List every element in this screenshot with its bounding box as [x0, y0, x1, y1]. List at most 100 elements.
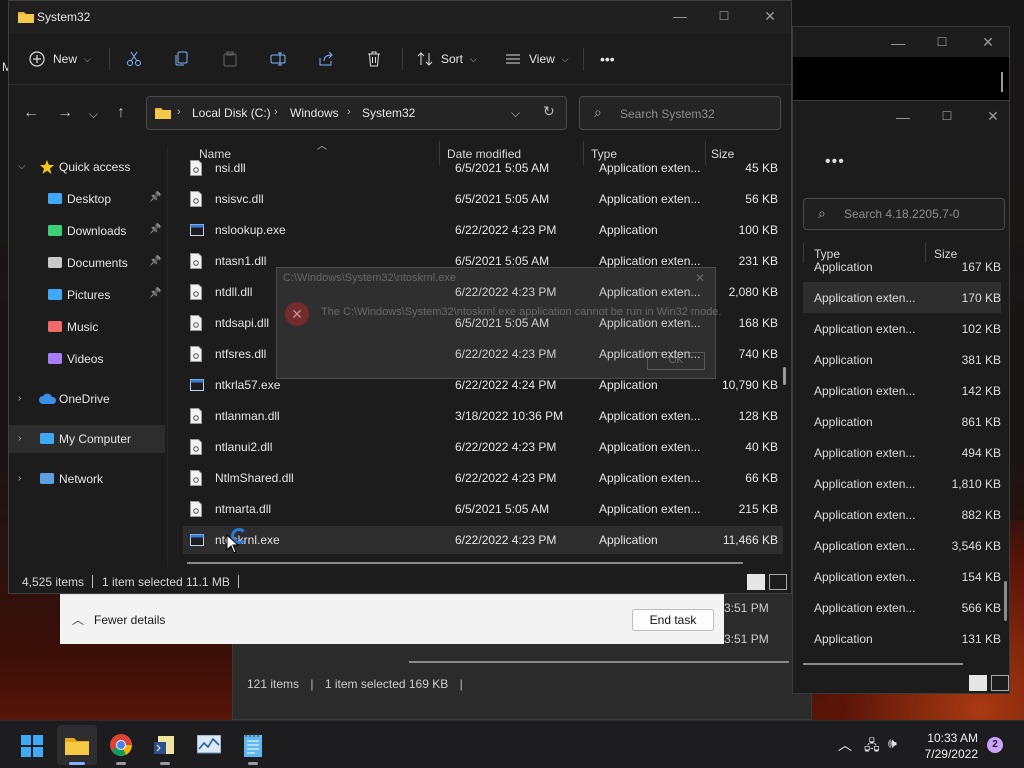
file-row[interactable]: Application 861 KB	[793, 406, 1009, 437]
tiles-view-button[interactable]	[991, 675, 1009, 691]
nav-item[interactable]: Desktop 📌	[9, 185, 165, 213]
recent-locations-icon[interactable]: ⌵	[89, 107, 98, 122]
chevron-down-icon[interactable]: ⌵	[18, 161, 26, 172]
sort-button[interactable]: Sort ⌵	[417, 48, 477, 70]
horizontal-scrollbar[interactable]	[409, 661, 789, 663]
nav-item[interactable]: › Network	[9, 465, 165, 493]
pin-icon[interactable]: 📌	[149, 224, 161, 235]
chevron-right-icon[interactable]: ›	[18, 393, 21, 404]
volume-icon[interactable]: 🕪	[888, 735, 897, 752]
maximize-icon[interactable]: ☐	[717, 9, 731, 23]
nav-item[interactable]: ⌵ Quick access	[9, 153, 165, 181]
forward-arrow-icon[interactable]: →	[57, 104, 73, 122]
refresh-icon[interactable]: ↻	[543, 103, 555, 120]
more-options-button[interactable]: •••	[600, 48, 615, 70]
breadcrumb-chevron-icon[interactable]: ›	[347, 106, 351, 118]
rename-button[interactable]	[270, 48, 286, 70]
back-arrow-icon[interactable]: ←	[23, 104, 39, 122]
horizontal-scrollbar[interactable]	[187, 562, 743, 564]
search-input[interactable]: ⌕ Search 4.18.2205.7-0	[803, 198, 1005, 230]
file-row[interactable]: Application exten... 102 KB	[793, 313, 1009, 344]
breadcrumb-chevron-icon[interactable]: ›	[177, 106, 181, 118]
paste-button[interactable]	[222, 48, 238, 70]
details-view-button[interactable]	[969, 675, 987, 691]
file-row[interactable]: Application exten... 566 KB	[793, 592, 1009, 623]
nav-item[interactable]: Pictures 📌	[9, 281, 165, 309]
file-row[interactable]: Application 167 KB	[793, 251, 1009, 282]
fewer-details-link[interactable]: Fewer details	[94, 613, 165, 627]
close-icon[interactable]: ✕	[695, 271, 705, 285]
file-row[interactable]: ntlanman.dll 3/18/2022 10:36 PM Applicatio…	[183, 402, 783, 430]
horizontal-scrollbar[interactable]	[803, 663, 963, 665]
nav-item[interactable]: Documents 📌	[9, 249, 165, 277]
show-hidden-icons-icon[interactable]: ︿	[838, 735, 852, 755]
chevron-up-icon[interactable]: ︿	[72, 611, 84, 628]
breadcrumb-local-disk[interactable]: Local Disk (C:)	[192, 106, 271, 120]
view-button[interactable]: View ⌵	[505, 48, 569, 70]
maximize-icon[interactable]: ☐	[940, 109, 954, 123]
file-row[interactable]: Application exten... 154 KB	[793, 561, 1009, 592]
end-task-button[interactable]: End task	[632, 609, 714, 631]
vertical-scrollbar[interactable]	[1004, 581, 1007, 621]
file-row[interactable]: nsisvc.dll 6/5/2021 5:05 AM Application ex…	[183, 185, 783, 213]
pin-icon[interactable]: 📌	[149, 256, 161, 267]
chevron-right-icon[interactable]: ›	[18, 473, 21, 484]
ok-button[interactable]: OK	[647, 352, 705, 370]
delete-button[interactable]	[366, 48, 382, 70]
nav-item[interactable]: › My Computer	[9, 425, 165, 453]
maximize-icon[interactable]: ☐	[935, 35, 949, 49]
tiles-view-button[interactable]	[769, 574, 787, 590]
file-row[interactable]: ntmarta.dll 6/5/2021 5:05 AM Application e…	[183, 495, 783, 523]
minimize-icon[interactable]: —	[896, 110, 910, 124]
share-button[interactable]	[318, 48, 334, 70]
background-window[interactable]: — ☐ ✕	[792, 26, 1010, 102]
pin-icon[interactable]: 📌	[149, 192, 161, 203]
explorer-window-secondary[interactable]: — ☐ ✕ ••• ⌕ Search 4.18.2205.7-0 Type Si…	[792, 100, 1010, 694]
nav-item[interactable]: Videos	[9, 345, 165, 373]
close-icon[interactable]: ✕	[986, 109, 1000, 123]
new-button[interactable]: New ⌵	[29, 48, 91, 70]
notification-badge[interactable]: 2	[987, 737, 1003, 753]
search-input[interactable]: ⌕ Search System32	[579, 96, 781, 130]
pane-splitter[interactable]	[167, 147, 168, 567]
minimize-icon[interactable]: —	[673, 9, 687, 23]
error-dialog[interactable]: C:\Windows\System32\ntoskrnl.exe ✕ ✕ The…	[276, 267, 721, 379]
details-view-button[interactable]	[747, 574, 765, 590]
title-bar[interactable]: System32 — ☐ ✕	[9, 1, 791, 33]
address-bar[interactable]: › Local Disk (C:) › Windows › System32 ⌵…	[146, 96, 567, 130]
breadcrumb-chevron-icon[interactable]: ›	[274, 106, 278, 118]
file-row[interactable]: Application exten... 170 KB	[803, 282, 1001, 313]
start-button[interactable]	[12, 725, 52, 765]
file-row[interactable]: Application exten... 1,810 KB	[793, 468, 1009, 499]
file-row[interactable]: Application exten... 494 KB	[793, 437, 1009, 468]
network-icon[interactable]: 🖧	[864, 735, 880, 759]
scrollbar[interactable]	[1001, 72, 1003, 92]
nav-item[interactable]: Downloads 📌	[9, 217, 165, 245]
copy-button[interactable]	[174, 48, 190, 70]
up-arrow-icon[interactable]: ↑	[117, 104, 125, 122]
address-dropdown-icon[interactable]: ⌵	[511, 106, 520, 121]
taskbar-notepad[interactable]	[233, 725, 273, 765]
nav-item[interactable]: Music	[9, 313, 165, 341]
pin-icon[interactable]: 📌	[149, 288, 161, 299]
file-row[interactable]: nsi.dll 6/5/2021 5:05 AM Application exten…	[183, 154, 783, 182]
breadcrumb-system32[interactable]: System32	[362, 106, 415, 120]
taskbar-script-tool[interactable]	[145, 725, 185, 765]
file-row[interactable]: NtlmShared.dll 6/22/2022 4:23 PM Applicati…	[183, 464, 783, 492]
file-row[interactable]: ntlanui2.dll 6/22/2022 4:23 PM Application…	[183, 433, 783, 461]
file-row[interactable]: Application 381 KB	[793, 344, 1009, 375]
close-icon[interactable]: ✕	[763, 9, 777, 23]
file-row[interactable]: Application 131 KB	[793, 623, 1009, 654]
file-row[interactable]: Application exten... 142 KB	[793, 375, 1009, 406]
taskbar-file-explorer[interactable]	[57, 725, 97, 765]
breadcrumb-windows[interactable]: Windows	[290, 106, 339, 120]
taskbar-chrome[interactable]	[101, 725, 141, 765]
file-row[interactable]: Application exten... 882 KB	[793, 499, 1009, 530]
nav-item[interactable]: › OneDrive	[9, 385, 165, 413]
file-row[interactable]: nslookup.exe 6/22/2022 4:23 PM Application…	[183, 216, 783, 244]
taskbar-performance-monitor[interactable]	[189, 725, 229, 765]
minimize-icon[interactable]: —	[891, 36, 905, 50]
more-options-button[interactable]: •••	[825, 153, 845, 171]
file-row[interactable]: Application exten... 3,546 KB	[793, 530, 1009, 561]
cut-button[interactable]	[126, 48, 142, 70]
